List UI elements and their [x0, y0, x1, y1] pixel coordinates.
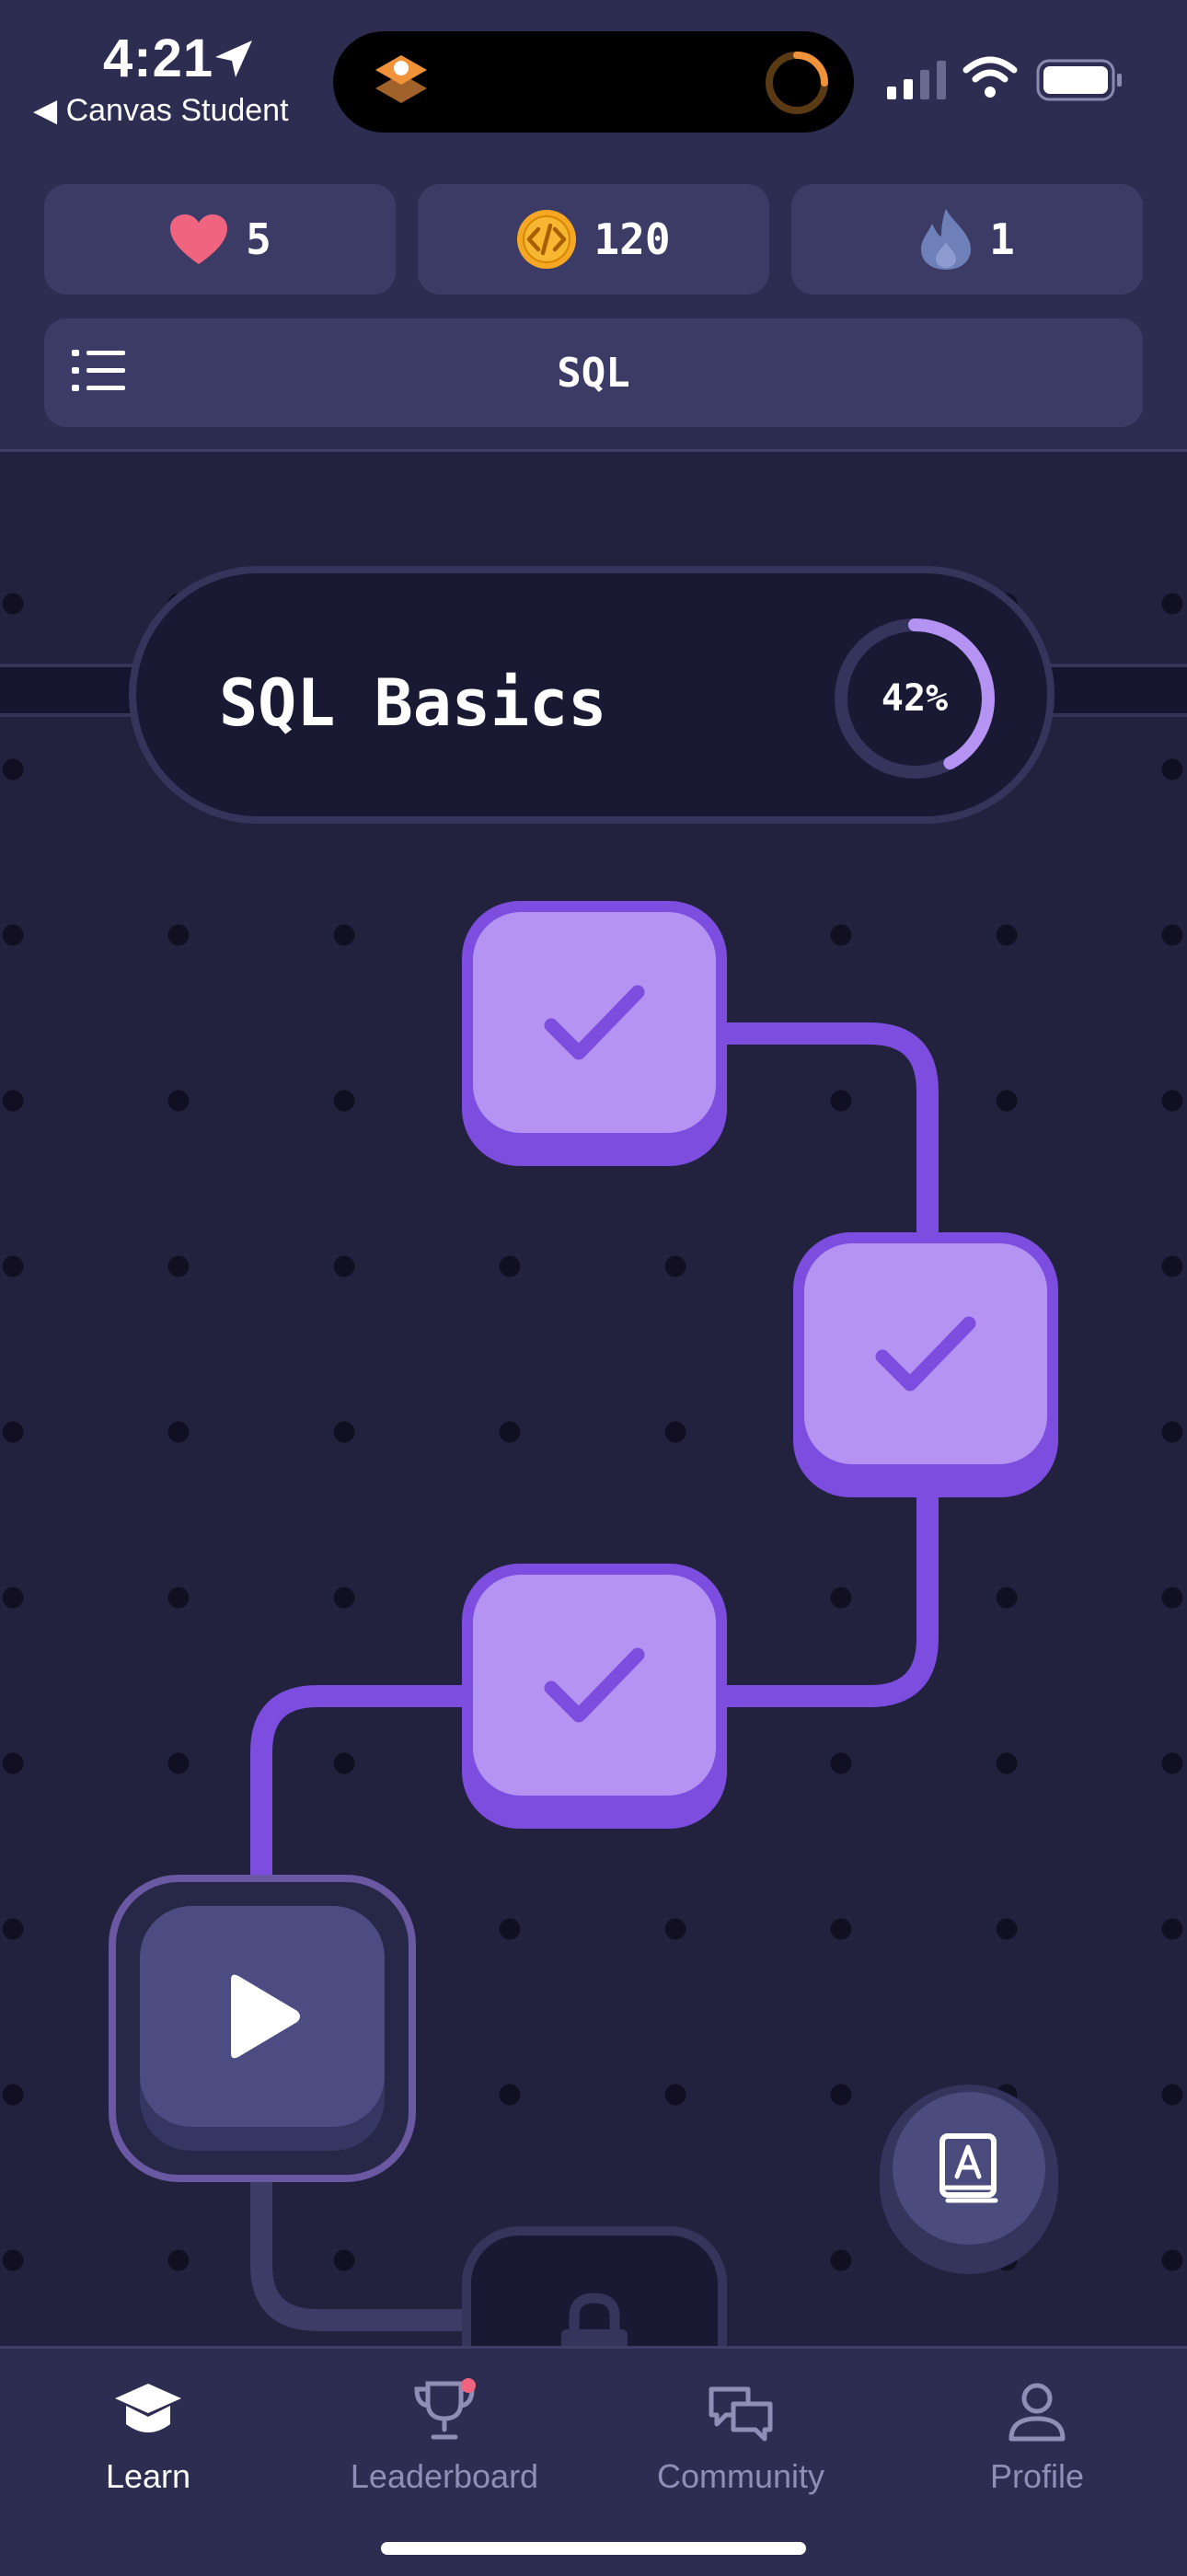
lesson-node-completed[interactable] — [462, 1564, 727, 1829]
glossary-button[interactable] — [880, 2085, 1058, 2274]
signal-icon — [887, 61, 946, 99]
lesson-node-locked[interactable] — [462, 2226, 727, 2346]
course-title: SQL — [557, 349, 630, 397]
tab-community-label: Community — [656, 2457, 825, 2495]
activity-spinner-icon — [766, 52, 828, 114]
tab-profile-label: Profile — [989, 2457, 1085, 2495]
header: 4:21 ◀ Canvas Student 5 120 1 SQL — [0, 0, 1187, 452]
flame-icon — [921, 209, 972, 270]
lesson-node-current[interactable] — [109, 1875, 416, 2182]
lesson-node-completed[interactable] — [462, 901, 727, 1166]
status-time: 4:21 — [103, 29, 214, 88]
streak-counter[interactable]: 1 — [791, 184, 1143, 295]
play-icon — [231, 1974, 300, 2059]
tab-learn-label: Learn — [105, 2457, 191, 2495]
lock-icon — [561, 2293, 628, 2346]
app-activity-icon — [375, 55, 427, 103]
home-indicator[interactable] — [381, 2542, 806, 2555]
book-icon — [939, 2133, 998, 2203]
dynamic-island — [333, 31, 854, 133]
tab-community[interactable]: Community — [593, 2349, 889, 2496]
notification-dot — [461, 2378, 476, 2393]
tab-profile[interactable]: Profile — [889, 2349, 1185, 2496]
streak-count: 1 — [989, 214, 1015, 264]
hearts-count: 5 — [246, 214, 271, 264]
course-selector[interactable]: SQL — [44, 318, 1143, 427]
chat-bubbles-icon — [709, 2386, 773, 2442]
checkmark-icon — [544, 1647, 645, 1723]
list-icon[interactable] — [72, 348, 125, 394]
lesson-node-completed[interactable] — [793, 1232, 1058, 1497]
person-icon — [1008, 2383, 1066, 2442]
location-arrow-icon — [215, 40, 252, 77]
hearts-counter[interactable]: 5 — [44, 184, 396, 295]
checkmark-icon — [544, 985, 645, 1060]
wifi-icon — [962, 56, 1018, 98]
coins-count: 120 — [594, 214, 671, 264]
code-coin-icon — [517, 210, 577, 269]
battery-icon — [1036, 59, 1122, 101]
back-arrow-icon: ◀ — [33, 93, 66, 128]
tab-leaderboard-label: Leaderboard — [350, 2457, 539, 2495]
checkmark-icon — [875, 1316, 976, 1392]
tab-leaderboard[interactable]: Leaderboard — [296, 2349, 593, 2496]
back-to-app-link[interactable]: ◀ Canvas Student — [33, 92, 289, 129]
back-app-label: Canvas Student — [65, 93, 289, 128]
learning-path-map[interactable]: SQL Basics 42% — [0, 452, 1187, 2346]
coins-counter[interactable]: 120 — [418, 184, 769, 295]
heart-icon — [170, 214, 228, 264]
tab-learn[interactable]: Learn — [0, 2349, 296, 2496]
graduation-cap-icon — [115, 2384, 181, 2432]
trophy-icon — [414, 2378, 476, 2440]
